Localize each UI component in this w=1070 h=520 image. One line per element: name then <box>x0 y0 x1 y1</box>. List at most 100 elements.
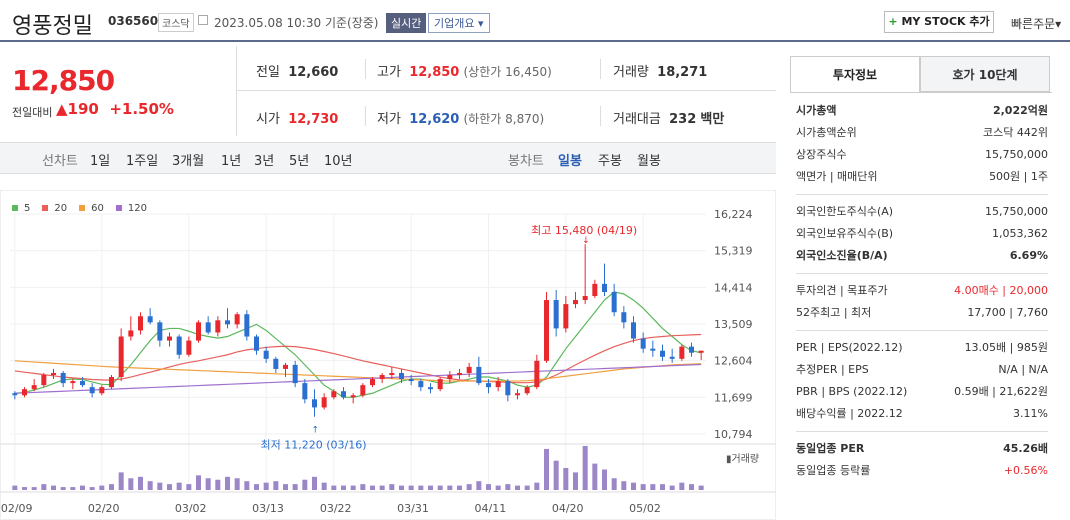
tab-10y[interactable]: 10년 <box>324 150 353 169</box>
volume-bar <box>350 485 356 490</box>
info-label: 추정PER | EPS <box>796 363 869 376</box>
panel-section-divider <box>796 330 1048 331</box>
candle <box>263 350 269 359</box>
volume-bar <box>360 484 366 490</box>
candle <box>147 316 153 323</box>
volume-bar <box>679 482 685 490</box>
legend-item: 20 <box>42 203 73 214</box>
volume-bar <box>51 485 56 490</box>
volume-bar <box>244 481 250 490</box>
legend-swatch <box>12 205 18 211</box>
quick-order-dropdown[interactable]: 빠른주문▾ <box>1011 15 1061 32</box>
volume-bar <box>205 478 211 490</box>
tab-3m[interactable]: 3개월 <box>172 150 204 169</box>
y-tick-label: 16,224 <box>714 208 753 221</box>
tab-3y[interactable]: 3년 <box>254 150 274 169</box>
tab-candle-chart[interactable]: 봉차트 <box>508 150 544 169</box>
company-overview-dropdown[interactable]: 기업개요 ▾ <box>428 13 490 33</box>
candle <box>389 372 395 376</box>
stat-value: 12,660 <box>288 65 339 80</box>
candle <box>621 312 627 323</box>
info-value: 500원 | 1주 <box>989 170 1048 183</box>
tab-line-chart[interactable]: 선차트 <box>42 150 78 169</box>
invest-info-row: PER | EPS(2022.12) 13.05배 | 985원 <box>796 337 1048 359</box>
volume-bar <box>428 485 433 490</box>
tab-quote-10[interactable]: 호가 10단계 <box>920 56 1050 92</box>
info-label: 동일업종 PER <box>796 442 865 455</box>
invest-info-row: 시가총액순위 코스닥 442위 <box>796 122 1048 144</box>
info-value: N/A | N/A <box>998 363 1048 376</box>
candle <box>118 336 124 378</box>
legend-item: 5 <box>12 203 36 214</box>
volume-bar <box>70 487 76 490</box>
tab-1y[interactable]: 1년 <box>221 150 241 169</box>
stat-label: 고가 <box>377 65 401 80</box>
my-stock-add-button[interactable]: + MY STOCK 추가 <box>884 11 994 33</box>
info-value: 4.00매수 | 20,000 <box>954 284 1048 297</box>
divider <box>365 59 366 79</box>
info-label: 외국인소진율(B/A) <box>796 249 888 262</box>
info-label: 외국인보유주식수(B) <box>796 227 894 240</box>
volume-bar <box>196 475 201 490</box>
realtime-button[interactable]: 실시간 <box>386 13 427 33</box>
candle <box>350 395 356 398</box>
volume-bar <box>225 476 230 490</box>
volume-bar <box>118 472 124 490</box>
stat-row-divider <box>237 90 776 91</box>
info-value: 15,750,000 <box>985 205 1048 218</box>
volume-bar <box>138 476 143 490</box>
tab-invest-info[interactable]: 투자정보 <box>790 56 920 92</box>
volume-bar <box>31 487 37 490</box>
info-label: 액면가 | 매매단위 <box>796 170 878 183</box>
info-label: PER | EPS(2022.12) <box>796 341 903 354</box>
info-value: 17,700 | 7,760 <box>967 306 1048 319</box>
invest-info-row: 추정PER | EPS N/A | N/A <box>796 359 1048 381</box>
tab-1w[interactable]: 1주일 <box>126 150 158 169</box>
volume-bar <box>631 482 636 490</box>
candle <box>234 314 240 325</box>
y-tick-label: 10,794 <box>714 428 753 441</box>
volume-bar <box>660 484 665 490</box>
candle <box>254 336 259 351</box>
volume-bar <box>457 485 462 490</box>
volume-bar <box>399 485 404 490</box>
x-tick-label: 03/02 <box>175 502 207 515</box>
volume-bar <box>89 487 95 490</box>
volume-bar <box>292 484 298 490</box>
candle <box>428 387 433 390</box>
header-divider <box>0 40 1070 42</box>
basis-text: 기준(장중) <box>324 16 379 30</box>
volume-bar <box>553 460 559 490</box>
divider <box>365 106 366 126</box>
volume-bar <box>437 485 443 490</box>
invest-info-row: 투자의견 | 목표주가 4.00매수 | 20,000 <box>796 280 1048 302</box>
volume-bar <box>60 487 66 490</box>
volume-bar <box>418 485 424 490</box>
stat-label: 전일 <box>256 65 280 80</box>
panel-section-divider <box>796 431 1048 432</box>
info-label: 동일업종 등락률 <box>796 464 871 477</box>
tab-5y[interactable]: 5년 <box>289 150 309 169</box>
volume-bar <box>41 484 47 490</box>
volume-bar <box>273 481 279 490</box>
stat-value: 18,271 <box>657 65 708 80</box>
candle <box>196 322 201 341</box>
candle <box>631 322 636 339</box>
up-arrow-icon: ▲ <box>56 100 68 118</box>
tab-monthly[interactable]: 월봉 <box>637 150 661 169</box>
invest-info-row: 동일업종 등락률 +0.56% <box>796 460 1048 482</box>
tab-weekly[interactable]: 주봉 <box>598 150 622 169</box>
invest-info-row: 상장주식수 15,750,000 <box>796 144 1048 166</box>
y-tick-label: 14,414 <box>714 281 753 294</box>
tab-1d[interactable]: 1일 <box>90 150 110 169</box>
candle <box>89 387 95 394</box>
stat-volume: 거래량 18,271 <box>613 61 707 80</box>
candle <box>447 375 453 380</box>
candle <box>437 379 443 390</box>
chart-frame <box>0 190 776 520</box>
stat-value: 12,850 <box>409 65 460 80</box>
volume-bar <box>592 463 598 490</box>
tab-daily[interactable]: 일봉 <box>558 150 582 169</box>
candle <box>12 393 18 396</box>
volume-bar <box>321 482 327 490</box>
